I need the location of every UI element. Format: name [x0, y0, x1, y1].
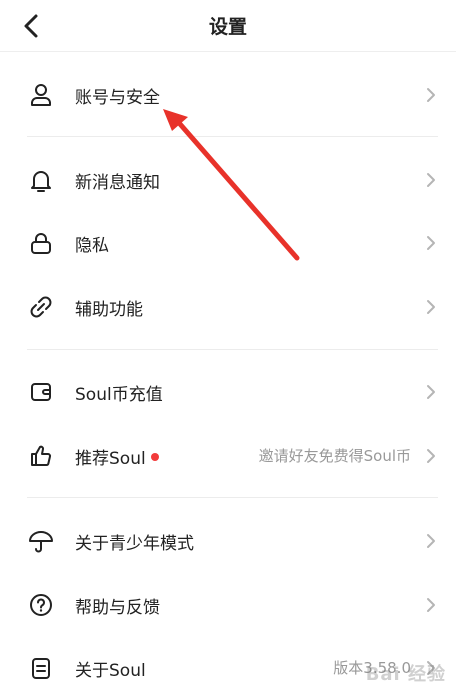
- settings-item-teen-mode[interactable]: 关于青少年模式: [0, 517, 456, 565]
- link-icon: [30, 296, 52, 318]
- settings-item-label: 隐私: [75, 236, 109, 256]
- chevron-right-icon: [427, 449, 435, 463]
- top-bar: 设置: [0, 0, 456, 52]
- lock-icon: [31, 233, 51, 254]
- settings-item-label: 账号与安全: [75, 88, 160, 108]
- settings-item-label: 辅助功能: [75, 300, 143, 320]
- chevron-right-icon: [427, 236, 435, 250]
- thumbs-up-icon: [31, 445, 52, 466]
- user-icon: [31, 84, 51, 106]
- chevron-right-icon: [427, 534, 435, 548]
- settings-item-help-feedback[interactable]: 帮助与反馈: [0, 581, 456, 629]
- red-dot-badge: [150, 453, 159, 461]
- help-icon: [30, 594, 52, 616]
- section-divider: [27, 136, 438, 137]
- umbrella-icon: [29, 531, 53, 553]
- settings-item-label: 关于青少年模式: [75, 534, 194, 554]
- settings-item-accessibility[interactable]: 辅助功能: [0, 283, 456, 331]
- watermark: Bai 经验: [365, 664, 446, 685]
- settings-item-label: 推荐Soul: [75, 444, 159, 469]
- settings-item-soul-coin-recharge[interactable]: Soul币充值: [0, 368, 456, 416]
- section-divider: [27, 497, 438, 498]
- bell-icon: [31, 171, 51, 192]
- settings-item-label: 关于Soul: [75, 661, 146, 681]
- settings-item-hint: 邀请好友免费得Soul币: [258, 447, 411, 465]
- page-title: 设置: [208, 16, 247, 38]
- settings-item-recommend-soul[interactable]: 推荐Soul 邀请好友免费得Soul币: [0, 432, 456, 480]
- chevron-right-icon: [427, 385, 435, 399]
- settings-item-privacy[interactable]: 隐私: [0, 219, 456, 267]
- section-divider: [27, 349, 438, 350]
- settings-item-notifications[interactable]: 新消息通知: [0, 156, 456, 204]
- settings-item-label: 新消息通知: [75, 173, 160, 193]
- settings-item-label: 帮助与反馈: [75, 598, 160, 618]
- wallet-icon: [31, 383, 51, 401]
- document-icon: [32, 658, 50, 679]
- chevron-right-icon: [427, 598, 435, 612]
- chevron-right-icon: [427, 300, 435, 314]
- settings-item-account-security[interactable]: 账号与安全: [0, 71, 456, 119]
- chevron-right-icon: [427, 88, 435, 102]
- settings-item-label: Soul币充值: [75, 385, 163, 405]
- chevron-right-icon: [427, 173, 435, 187]
